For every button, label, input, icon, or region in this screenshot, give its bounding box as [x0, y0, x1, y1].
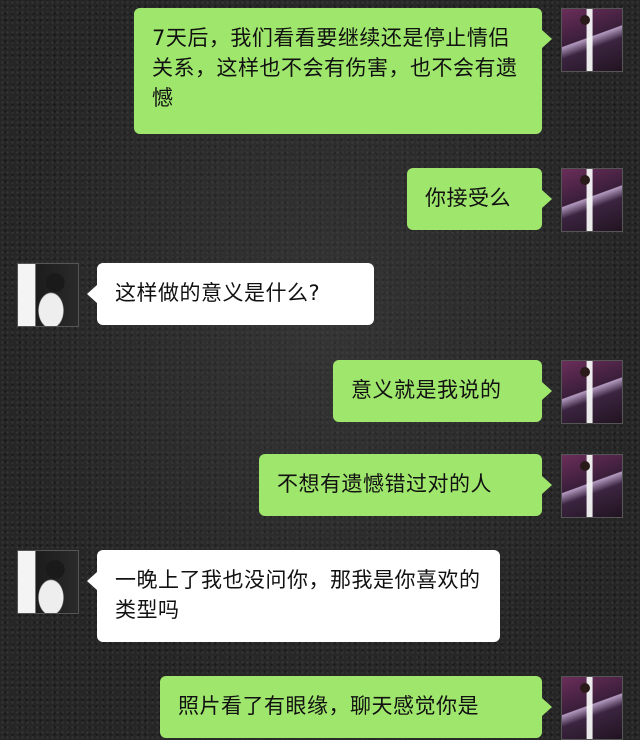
self-avatar[interactable] [561, 168, 623, 232]
sent-message-bubble[interactable]: 7天后，我们看看要继续还是停止情侣关系，这样也不会有伤害，也不会有遗憾 [134, 8, 552, 134]
received-message-bubble[interactable]: 一晚上了我也没问你，那我是你喜欢的类型吗 [87, 550, 500, 642]
received-message-bubble[interactable]: 这样做的意义是什么? [87, 263, 374, 325]
sent-message-bubble[interactable]: 不想有遗憾错过对的人 [259, 454, 552, 516]
contact-avatar[interactable] [17, 263, 79, 327]
contact-avatar[interactable] [17, 550, 79, 614]
self-avatar[interactable] [561, 676, 623, 740]
sent-message-bubble[interactable]: 照片看了有眼缘，聊天感觉你是 [160, 676, 552, 738]
self-avatar[interactable] [561, 454, 623, 518]
self-avatar[interactable] [561, 8, 623, 72]
self-avatar[interactable] [561, 360, 623, 424]
sent-message-bubble[interactable]: 你接受么 [407, 168, 552, 230]
sent-message-bubble[interactable]: 意义就是我说的 [333, 360, 552, 422]
chat-area: 7天后，我们看看要继续还是停止情侣关系，这样也不会有伤害，也不会有遗憾 你接受么… [0, 0, 640, 740]
